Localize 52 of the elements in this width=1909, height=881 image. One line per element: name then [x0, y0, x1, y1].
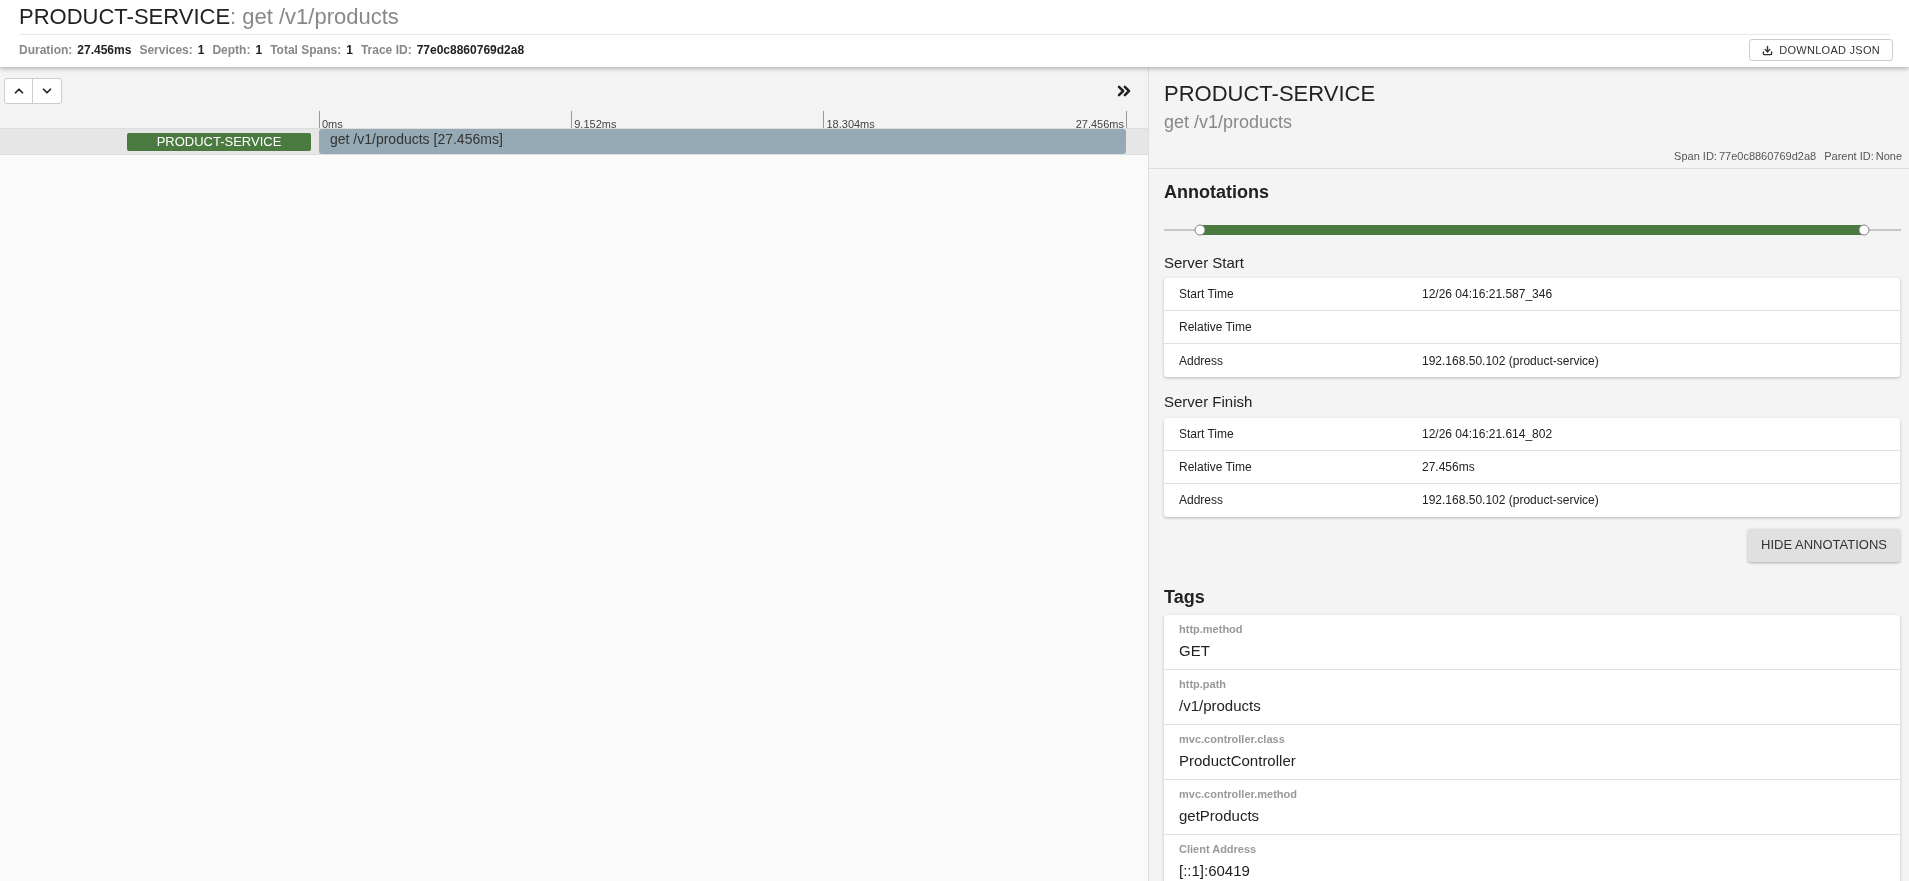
annotation-title: Server Finish: [1164, 392, 1254, 412]
tag-value: ProductController: [1179, 750, 1297, 771]
download-json-button[interactable]: DOWNLOAD JSON: [1749, 39, 1893, 61]
tag-key: mvc.controller.method: [1179, 786, 1885, 803]
tag-value: [::1]:60419: [1179, 860, 1251, 881]
annotation-field-value: 27.456ms: [1422, 458, 1475, 476]
span-duration-bar: get /v1/products [27.456ms]: [319, 129, 1126, 154]
stat-label: Services:: [139, 42, 193, 59]
trace-title: PRODUCT-SERVICE: get /v1/products: [19, 4, 399, 29]
stat-value: 1: [197, 42, 205, 59]
download-icon: [1762, 44, 1774, 56]
annotation-field-label: Relative Time: [1179, 319, 1253, 336]
stat-value: 1: [346, 42, 353, 59]
stat-label: Trace ID:: [360, 42, 412, 59]
detail-service-title: PRODUCT-SERVICE: [1164, 81, 1377, 107]
tag-value: GET: [1179, 640, 1211, 661]
stat-label: Total Spans:: [270, 42, 342, 59]
stat-value: 27.456ms: [77, 42, 132, 59]
hide-annotations-button[interactable]: HIDE ANNOTATIONS: [1748, 528, 1900, 562]
detail-span-name: get /v1/products: [1164, 111, 1294, 134]
stat-label: Depth:: [212, 42, 251, 59]
annotation-field-label: Address: [1179, 352, 1225, 370]
stat-value: 77e0c8860769d2a8: [416, 42, 525, 59]
tag-key: Client Address: [1179, 841, 1885, 858]
id-label: Parent ID:: [1824, 149, 1874, 164]
service-label: PRODUCT-SERVICE: [127, 132, 311, 151]
annotation-field-value: 192.168.50.102 (product-service): [1422, 352, 1599, 370]
annotation-field-label: Start Time: [1179, 286, 1235, 303]
time-tick-label: 0ms: [322, 118, 343, 130]
annotation-title: Server Start: [1164, 252, 1246, 273]
annotation-field-label: Relative Time: [1179, 458, 1253, 476]
time-tick-label: 27.456ms: [1075, 118, 1124, 130]
annotation-field-label: Start Time: [1179, 425, 1235, 443]
tag-key: http.path: [1179, 676, 1885, 693]
time-tick-label: 9.152ms: [574, 118, 617, 130]
time-tick-label: 18.304ms: [826, 118, 875, 130]
annotation-field-value: 12/26 04:16:21.614_802: [1422, 425, 1553, 443]
id-value: 77e0c8860769d2a8: [1718, 149, 1817, 164]
span-row[interactable]: PRODUCT-SERVICE get /v1/products [27.456ms]: [0, 128, 1148, 155]
tag-value: /v1/products: [1179, 695, 1262, 716]
annotation-field-value: 12/26 04:16:21.587_346: [1422, 286, 1553, 303]
tag-value: getProducts: [1179, 805, 1261, 826]
tag-key: mvc.controller.class: [1179, 731, 1885, 748]
id-value: None: [1875, 149, 1902, 164]
tag-key: http.method: [1179, 621, 1885, 638]
id-label: Span ID:: [1674, 149, 1717, 164]
stat-value: 1: [255, 42, 263, 59]
stat-label: Duration:: [19, 42, 73, 59]
annotations-heading: Annotations: [1164, 180, 1270, 204]
annotation-field-label: Address: [1179, 492, 1225, 509]
annotation-field-value: 192.168.50.102 (product-service): [1422, 492, 1599, 509]
tags-heading: Tags: [1164, 585, 1206, 609]
